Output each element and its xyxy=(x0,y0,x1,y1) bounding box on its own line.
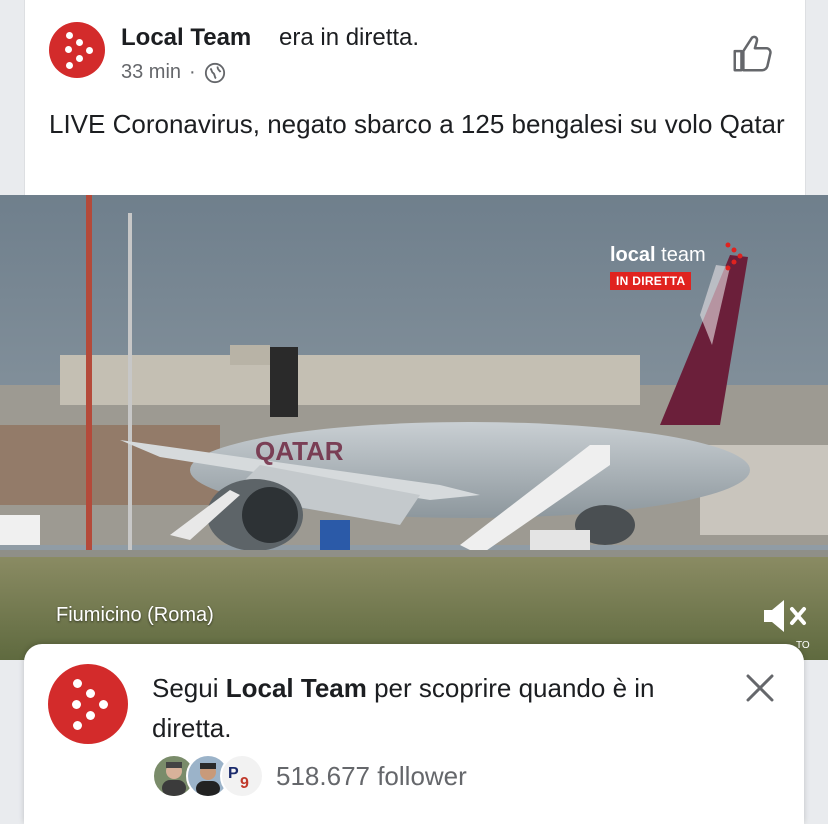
location-caption: Fiumicino (Roma) xyxy=(56,604,214,626)
follow-page-name[interactable]: Local Team xyxy=(226,673,367,703)
brand-name: local team xyxy=(610,244,706,267)
thumbs-up-icon[interactable] xyxy=(729,30,775,76)
live-badge: IN DIRETTA xyxy=(610,272,692,290)
post-action-text: era in diretta. xyxy=(279,24,420,51)
meta-separator: · xyxy=(189,61,196,83)
follow-page-avatar[interactable] xyxy=(48,664,128,744)
post-card: Local Team era in diretta. 33 min · LIVE… xyxy=(24,0,806,195)
post-meta: 33 min · xyxy=(121,61,226,84)
speaker-muted-icon[interactable] xyxy=(760,594,810,638)
globe-icon xyxy=(204,62,225,83)
brand-arrow-icon xyxy=(725,242,743,271)
live-video-player[interactable]: QATAR local team IN DIRETTA Fiumicino (R… xyxy=(0,195,828,660)
follow-prefix: Segui xyxy=(152,673,226,703)
page-name-link[interactable]: Local Team xyxy=(121,24,251,52)
follow-prompt-card: Segui Local Team per scoprire quando è i… xyxy=(24,644,804,824)
page-avatar[interactable] xyxy=(49,22,105,78)
svg-text:P: P xyxy=(228,765,239,782)
post-text: LIVE Coronavirus, negato sbarco a 125 be… xyxy=(49,109,785,139)
svg-text:9: 9 xyxy=(240,775,249,792)
follower-avatar-3: P9 xyxy=(220,754,264,798)
post-timestamp[interactable]: 33 min xyxy=(121,61,181,84)
followers-row[interactable]: P9 518.677 follower xyxy=(152,754,467,798)
follower-count: 518.677 follower xyxy=(276,760,467,791)
brand-name-bold: local xyxy=(610,244,656,266)
svg-text:QATAR: QATAR xyxy=(255,436,344,466)
close-icon[interactable] xyxy=(740,668,780,708)
follow-prompt-text: Segui Local Team per scoprire quando è i… xyxy=(152,668,732,748)
brand-name-rest: team xyxy=(655,244,706,266)
